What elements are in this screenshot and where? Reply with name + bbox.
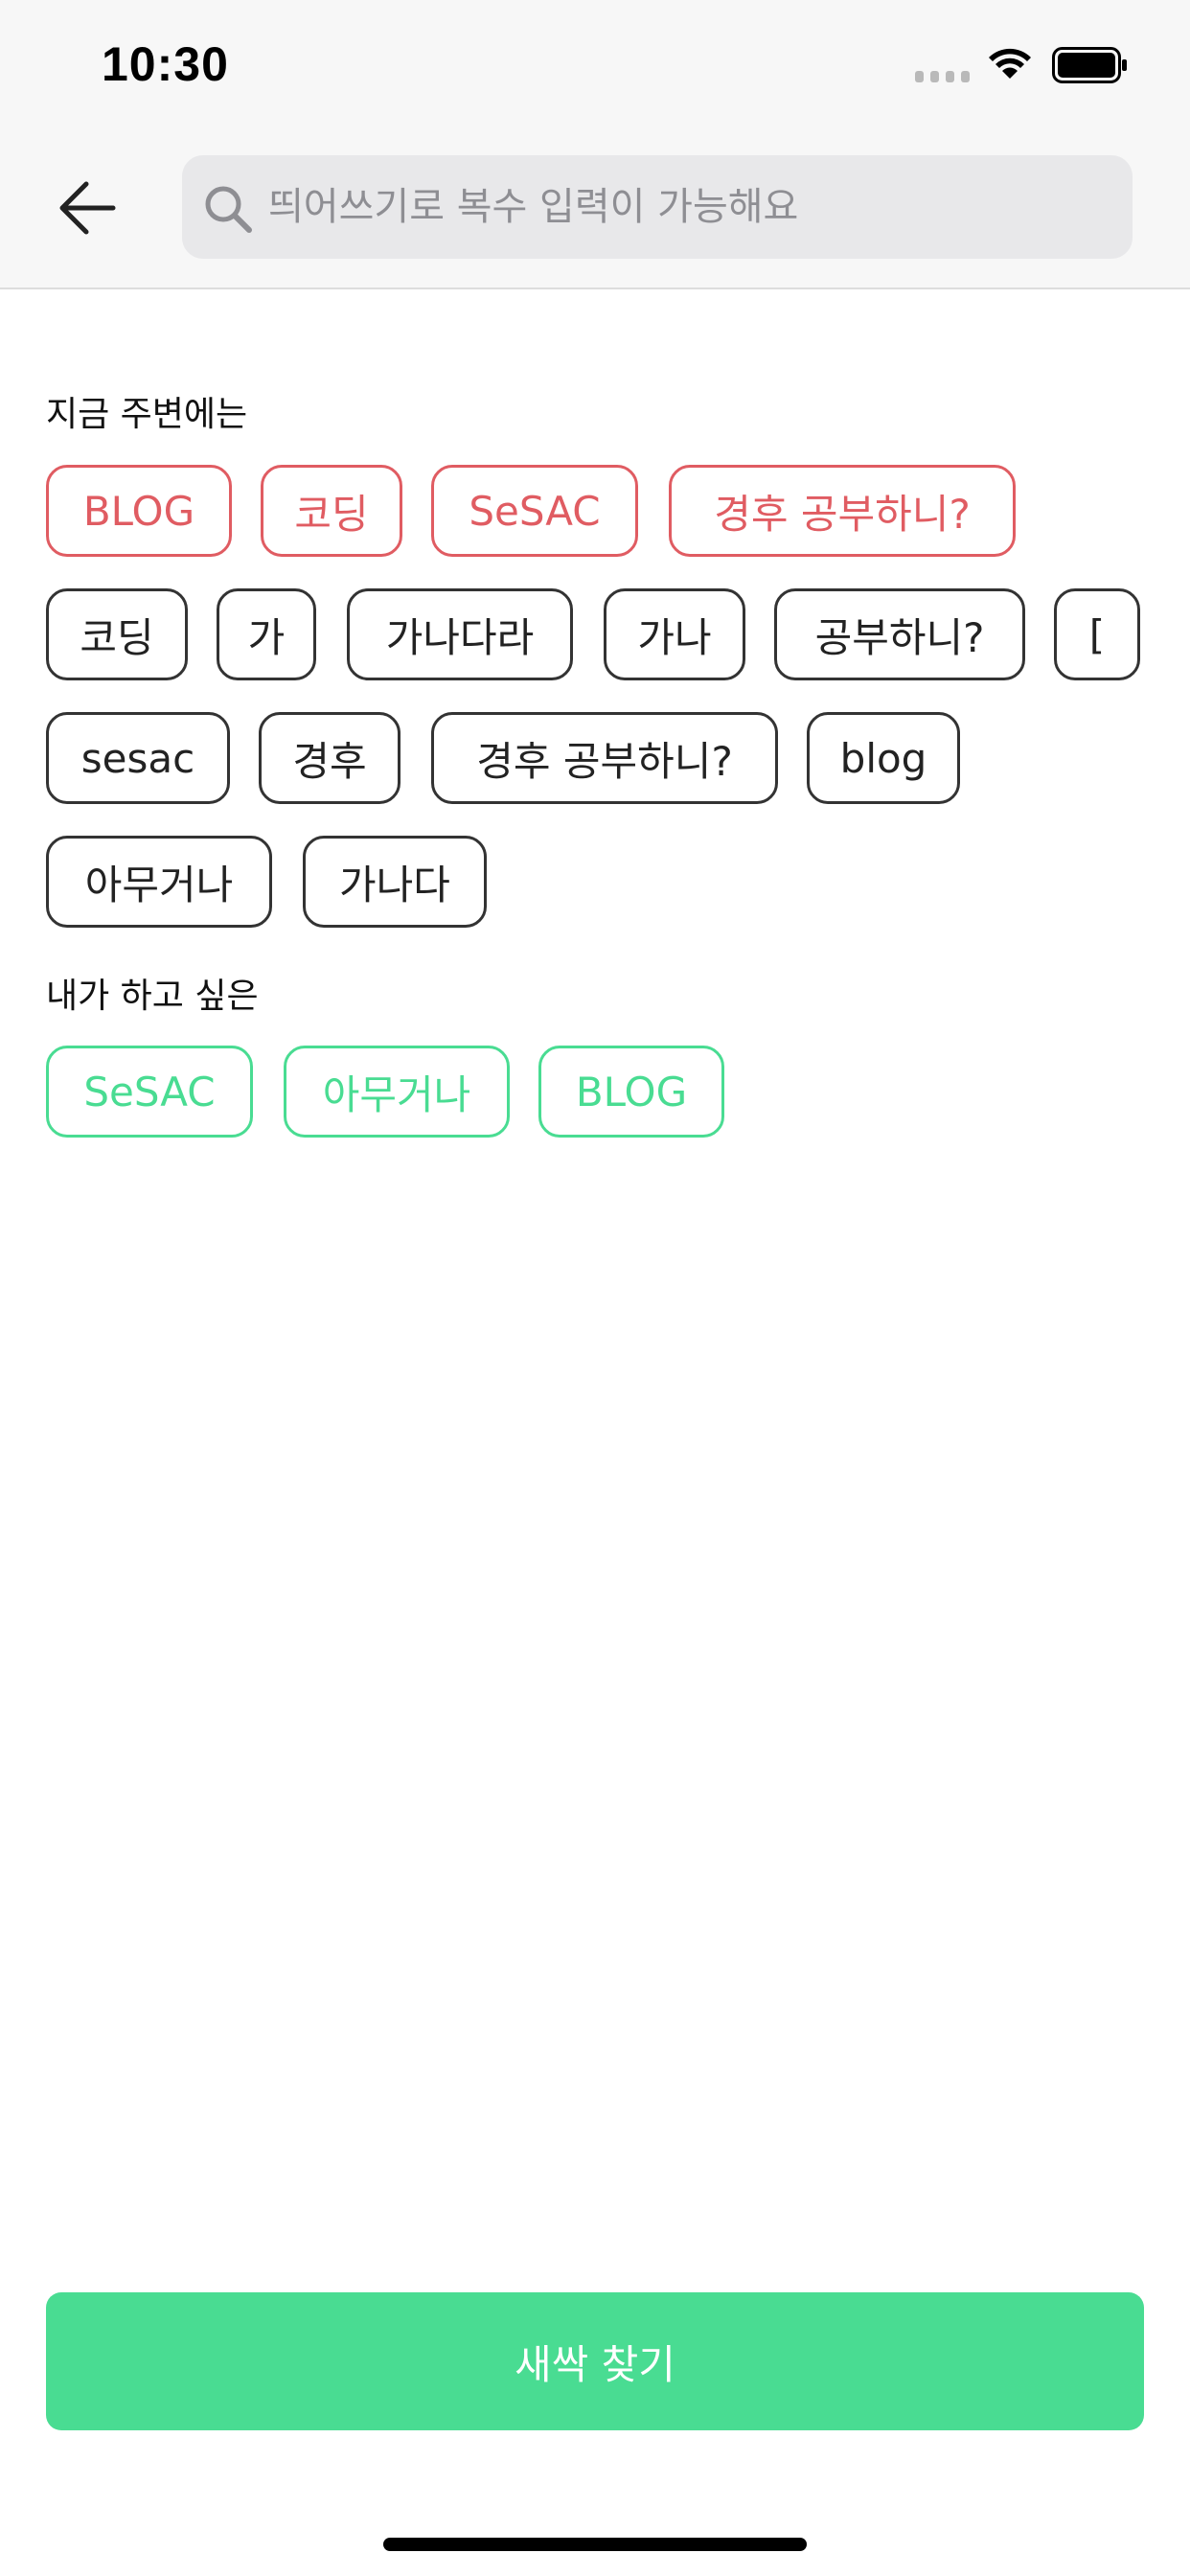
battery-icon xyxy=(1052,47,1127,83)
nearby-tag-chip[interactable]: 가나 xyxy=(604,588,745,680)
nearby-tag-chip[interactable]: blog xyxy=(807,712,960,804)
wifi-icon xyxy=(989,48,1031,79)
nearby-tag-chip[interactable]: 가나다라 xyxy=(347,588,573,680)
my-tags-section-title: 내가 하고 싶은 xyxy=(46,977,259,1016)
search-bar[interactable] xyxy=(182,155,1133,259)
nearby-tag-chip[interactable]: 공부하니? xyxy=(774,588,1025,680)
nearby-tag-chip[interactable]: 경후 공부하니? xyxy=(431,712,778,804)
nearby-tag-chip[interactable]: sesac xyxy=(46,712,230,804)
nearby-tag-chip[interactable]: 경후 xyxy=(259,712,400,804)
top-bar: 10:30 xyxy=(0,0,1190,289)
recommended-tag-chip[interactable]: BLOG xyxy=(46,465,232,557)
arrow-left-icon xyxy=(59,181,116,235)
nearby-tag-chip[interactable]: [ xyxy=(1054,588,1140,680)
recommended-tag-chip[interactable]: SeSAC xyxy=(431,465,638,557)
nearby-tag-chip[interactable]: 코딩 xyxy=(46,588,188,680)
my-tag-chip[interactable]: SeSAC xyxy=(46,1046,253,1138)
status-time: 10:30 xyxy=(102,37,229,91)
recommended-tag-chip[interactable]: 경후 공부하니? xyxy=(669,465,1016,557)
back-button[interactable] xyxy=(48,165,134,251)
search-input[interactable] xyxy=(268,155,1111,259)
cellular-signal-icon xyxy=(915,71,971,82)
nearby-section-title: 지금 주변에는 xyxy=(46,395,248,434)
nearby-tag-chip[interactable]: 아무거나 xyxy=(46,836,272,928)
find-sesac-button[interactable]: 새싹 찾기 xyxy=(46,2292,1144,2430)
recommended-tag-chip[interactable]: 코딩 xyxy=(261,465,402,557)
nearby-tag-chip[interactable]: 가 xyxy=(217,588,316,680)
nearby-tag-chip[interactable]: 가나다 xyxy=(303,836,487,928)
my-tag-chip[interactable]: BLOG xyxy=(538,1046,724,1138)
my-tag-chip[interactable]: 아무거나 xyxy=(284,1046,510,1138)
my-tags: SeSAC 아무거나 BLOG xyxy=(46,1046,1190,1138)
search-icon xyxy=(205,186,252,233)
nearby-tags: BLOG 코딩 SeSAC 경후 공부하니? 코딩 가 가나다라 가나 공부하니… xyxy=(46,465,1190,944)
home-indicator xyxy=(383,2538,807,2551)
